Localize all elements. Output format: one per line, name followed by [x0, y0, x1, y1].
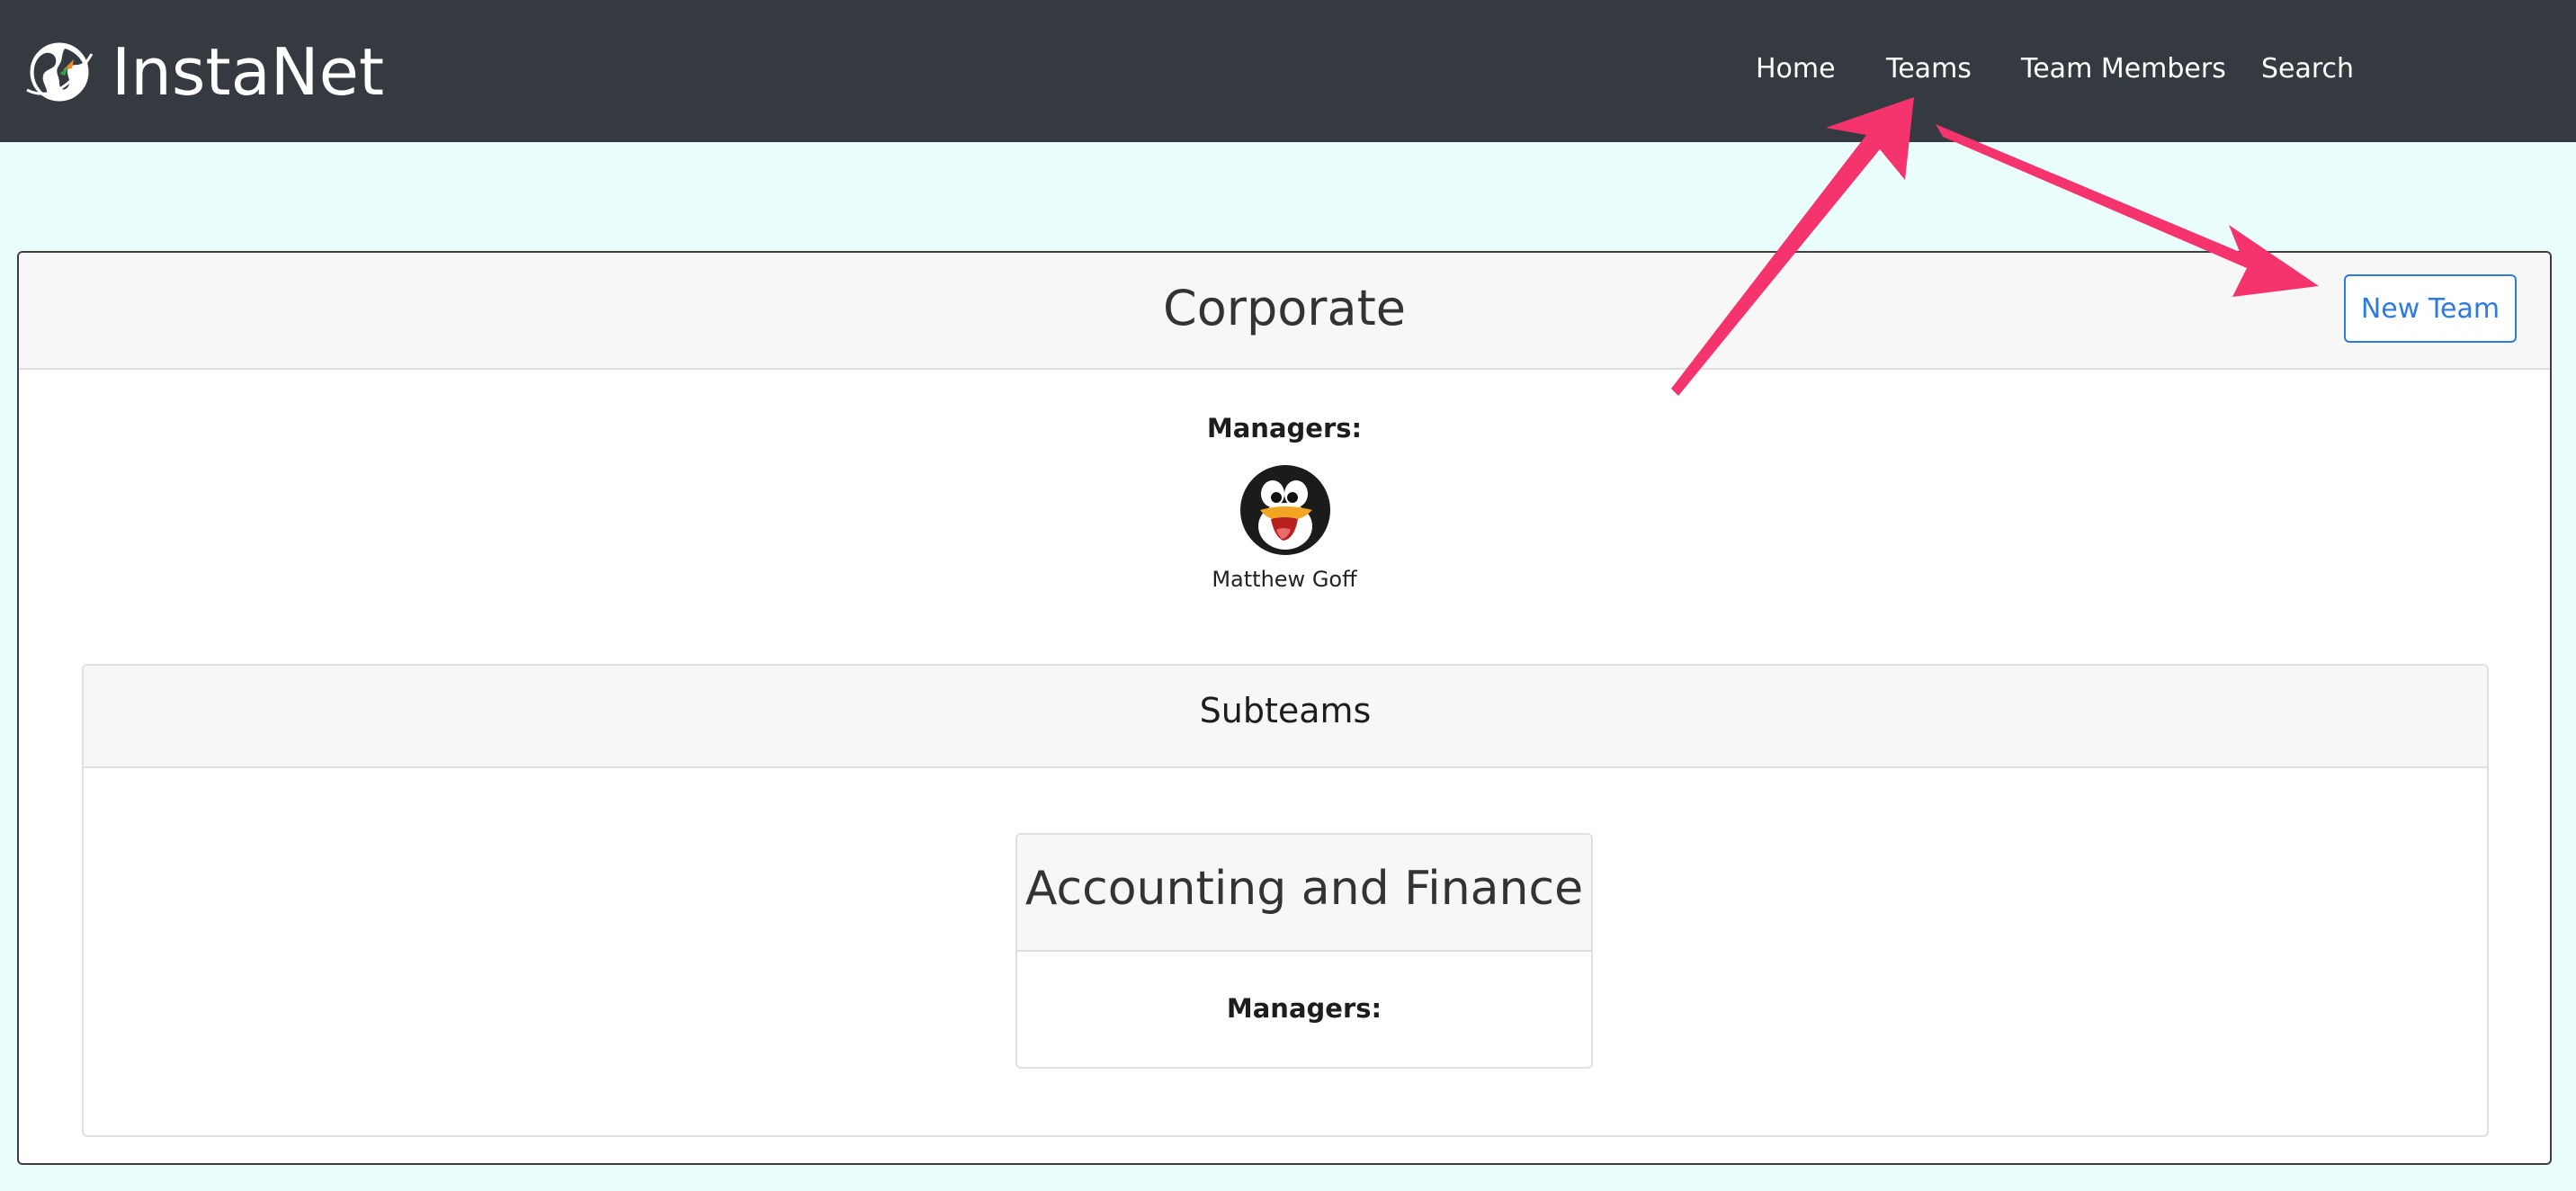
globe-icon	[26, 40, 94, 104]
new-team-button[interactable]: New Team	[2344, 274, 2517, 343]
subteam-title[interactable]: Accounting and Finance	[1017, 862, 1591, 916]
team-card: Corporate New Team Managers: Matthew Gof…	[17, 251, 2552, 1165]
subteam-header: Accounting and Finance	[1017, 835, 1591, 952]
subteam-managers-label: Managers:	[1226, 993, 1382, 1024]
team-title: Corporate	[1163, 280, 1406, 336]
nav-teams[interactable]: Teams	[1886, 47, 1972, 92]
subteams-header: Subteams	[84, 666, 2487, 768]
nav-team-members[interactable]: Team Members	[2021, 47, 2226, 92]
team-card-header: Corporate New Team	[19, 253, 2550, 370]
subteams-panel: Subteams Accounting and Finance Managers…	[82, 664, 2489, 1137]
top-navbar: InstaNet Home Teams Team Members Search	[0, 0, 2576, 142]
nav-search[interactable]: Search	[2261, 47, 2354, 92]
subteam-card[interactable]: Accounting and Finance Managers:	[1015, 833, 1593, 1069]
penguin-avatar[interactable]	[1239, 463, 1332, 557]
manager-name[interactable]: Matthew Goff	[19, 567, 2550, 592]
brand-name: InstaNet	[112, 34, 385, 110]
nav-home[interactable]: Home	[1756, 47, 1836, 92]
subteams-title: Subteams	[1199, 691, 1372, 730]
managers-label: Managers:	[1206, 413, 1363, 443]
brand[interactable]: InstaNet	[23, 27, 384, 117]
